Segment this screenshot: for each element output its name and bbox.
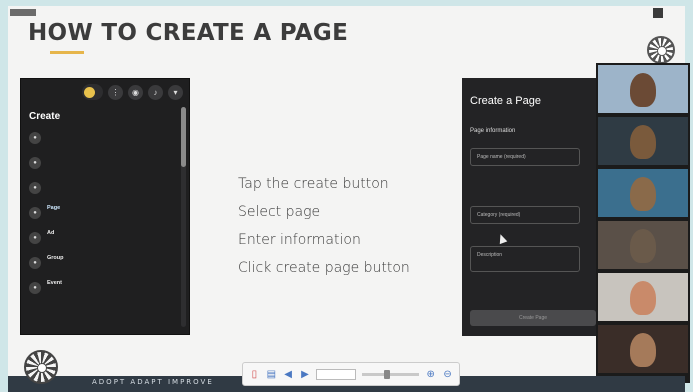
- create-item-2[interactable]: ●: [27, 176, 183, 201]
- create-item-ad[interactable]: ● Ad: [27, 226, 183, 251]
- chevron-down-icon[interactable]: ▾: [168, 84, 183, 100]
- create-item-group[interactable]: ● Group: [27, 251, 183, 276]
- messenger-icon[interactable]: ◉: [128, 84, 143, 100]
- create-list: ● ● ● ● Page ● Ad ● Group ● Event: [21, 126, 189, 301]
- brand-tagline: ADOPT ADAPT IMPROVE: [92, 378, 214, 386]
- presentation-slide: HOW TO CREATE A PAGE ⋮ ◉ ♪ ▾ Create ● ● ● ●…: [8, 6, 685, 384]
- participant-face: [630, 229, 656, 263]
- category-field[interactable]: Category (required): [470, 206, 580, 224]
- participant-face: [630, 73, 656, 107]
- instruction-steps: Tap the create button Select page Enter …: [238, 176, 410, 276]
- story-icon: ●: [29, 157, 41, 169]
- description-field[interactable]: Description: [470, 246, 580, 272]
- create-page-form-screenshot: Create a Page Page information Page name…: [462, 78, 612, 336]
- video-tile[interactable]: [598, 221, 688, 269]
- avatar: [84, 86, 95, 98]
- save-icon[interactable]: ▯: [249, 369, 260, 380]
- create-item-page[interactable]: ● Page: [27, 201, 183, 226]
- form-title: Create a Page: [470, 95, 541, 107]
- participant-face: [630, 125, 656, 159]
- ad-icon: ●: [29, 232, 41, 244]
- video-tile[interactable]: [598, 117, 688, 165]
- post-icon: ●: [29, 132, 41, 144]
- create-item-title: Group: [47, 255, 64, 261]
- step-2: Select page: [238, 204, 321, 220]
- wheel-logo-icon: [24, 350, 58, 384]
- page-name-field[interactable]: Page name (required): [470, 148, 580, 166]
- step-3: Enter information: [238, 232, 361, 248]
- event-icon: ●: [29, 282, 41, 294]
- slide-tag: [10, 9, 36, 16]
- group-icon: ●: [29, 257, 41, 269]
- life-event-icon: ●: [29, 182, 41, 194]
- create-page-button[interactable]: Create Page: [470, 310, 596, 326]
- create-item-title: Event: [47, 280, 62, 286]
- zoom-slider[interactable]: [361, 369, 420, 379]
- profile-pill[interactable]: [82, 84, 103, 100]
- create-item-title: Page: [47, 205, 61, 211]
- prev-icon[interactable]: ◀: [283, 369, 294, 380]
- page-icon: ●: [29, 207, 41, 219]
- create-item-1[interactable]: ●: [27, 151, 183, 176]
- corner-square-icon: [653, 8, 663, 18]
- title-underline: [50, 51, 84, 54]
- page-number-input[interactable]: [316, 368, 356, 380]
- step-4: Click create page button: [238, 260, 410, 276]
- create-item-0[interactable]: ●: [27, 126, 183, 151]
- video-tile[interactable]: [598, 169, 688, 217]
- video-tile[interactable]: [598, 273, 688, 321]
- wheel-logo-icon: [647, 36, 675, 64]
- grid-icon[interactable]: ⋮: [108, 84, 123, 100]
- phone-top-bar: ⋮ ◉ ♪ ▾: [21, 79, 189, 105]
- scrollbar[interactable]: [181, 107, 186, 327]
- facebook-create-menu-screenshot: ⋮ ◉ ♪ ▾ Create ● ● ● ● Page ● Ad ● Group ● Event: [20, 78, 190, 335]
- participant-face: [630, 333, 656, 367]
- video-participants-column: [596, 63, 690, 383]
- step-1: Tap the create button: [238, 176, 389, 192]
- bell-icon[interactable]: ♪: [148, 84, 163, 100]
- create-heading: Create: [29, 111, 61, 122]
- participant-face: [630, 177, 656, 211]
- section-heading: Page information: [470, 128, 516, 134]
- video-tile[interactable]: [598, 325, 688, 373]
- participant-face: [630, 281, 656, 315]
- create-item-event[interactable]: ● Event: [27, 276, 183, 301]
- viewer-toolbar: ▯ ▤ ◀ ▶ ⊕ ⊖: [242, 362, 460, 386]
- zoom-in-icon[interactable]: ⊕: [425, 369, 436, 380]
- video-tile[interactable]: [598, 65, 688, 113]
- next-icon[interactable]: ▶: [300, 369, 311, 380]
- create-item-title: Ad: [47, 230, 55, 236]
- slide-title: HOW TO CREATE A PAGE: [28, 20, 349, 46]
- print-icon[interactable]: ▤: [266, 369, 277, 380]
- zoom-out-icon[interactable]: ⊖: [442, 369, 453, 380]
- scrollbar-thumb[interactable]: [181, 107, 186, 167]
